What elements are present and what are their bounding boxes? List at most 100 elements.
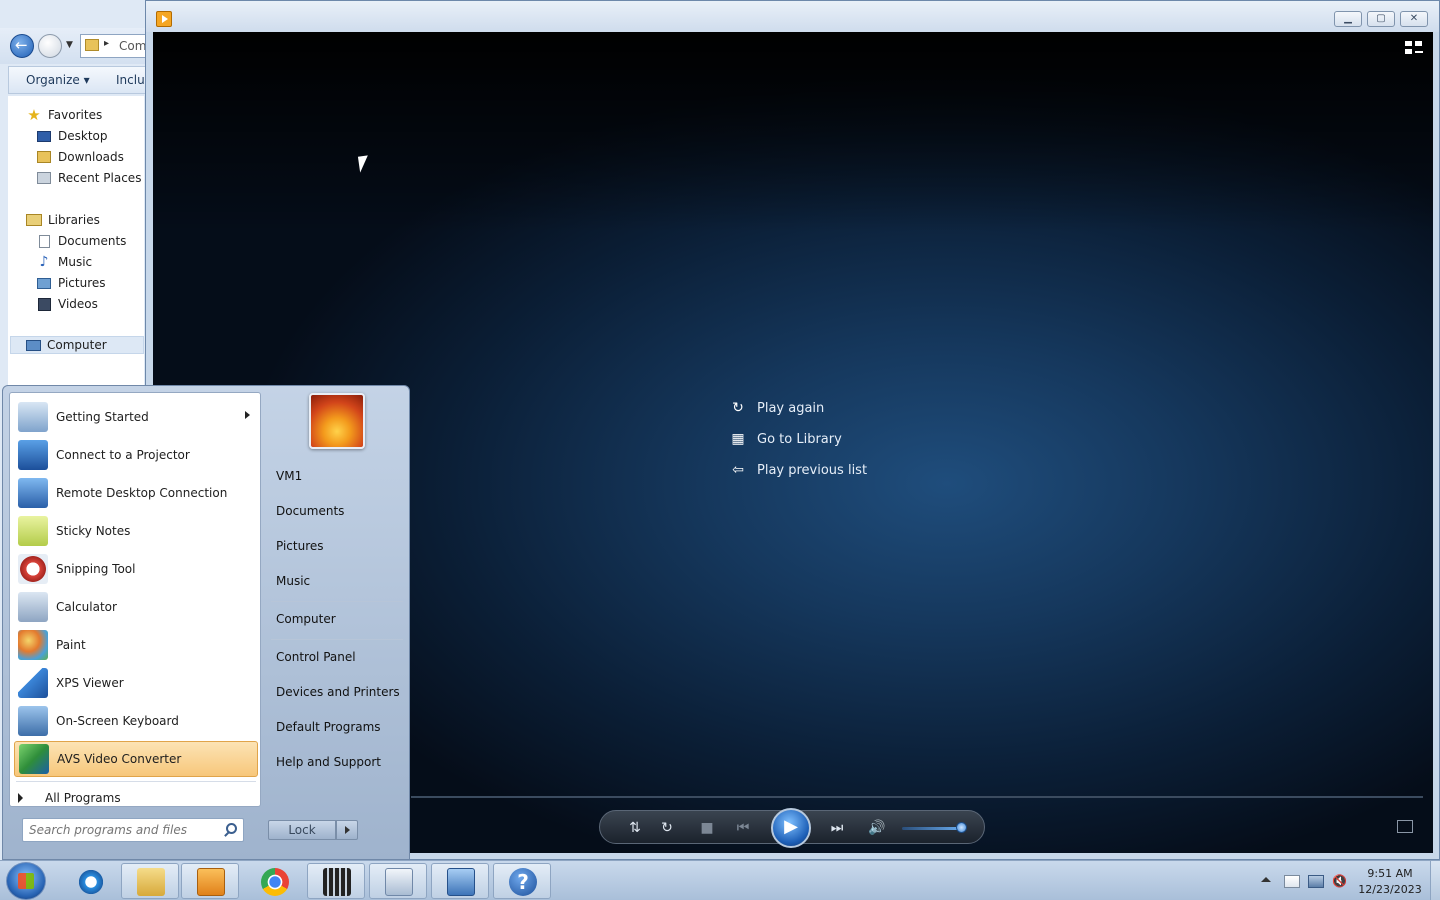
- tree-item-documents[interactable]: Documents: [36, 232, 126, 250]
- clock-time[interactable]: 9:51 AM: [1360, 867, 1420, 880]
- program-label: Snipping Tool: [56, 562, 136, 576]
- program-xps-viewer[interactable]: XPS Viewer: [14, 665, 258, 701]
- previous-button[interactable]: ⏮: [728, 819, 758, 837]
- program-label: Paint: [56, 638, 86, 652]
- tree-item-recent-places[interactable]: Recent Places: [36, 169, 141, 187]
- action-center-icon[interactable]: [1284, 875, 1300, 888]
- volume-slider[interactable]: [902, 827, 964, 830]
- tree-item-computer[interactable]: Computer: [10, 336, 144, 354]
- sticky-notes-icon: [18, 516, 48, 546]
- documents-link[interactable]: Documents: [276, 500, 404, 522]
- title-bar[interactable]: ▁ ▢ ✕: [146, 1, 1439, 32]
- search-input[interactable]: [29, 822, 219, 838]
- mouse-cursor-icon: [357, 155, 371, 173]
- show-desktop-button[interactable]: [1430, 861, 1440, 900]
- pictures-link[interactable]: Pictures: [276, 535, 404, 557]
- remote-desktop-icon: [447, 868, 475, 896]
- tree-item-downloads[interactable]: Downloads: [36, 148, 124, 166]
- program-paint[interactable]: Paint: [14, 627, 258, 663]
- help-and-support-link[interactable]: Help and Support: [276, 751, 404, 773]
- user-name-link[interactable]: VM1: [276, 465, 404, 487]
- lock-button[interactable]: Lock: [268, 820, 336, 840]
- maximize-button[interactable]: ▢: [1367, 11, 1395, 27]
- taskbar-remote-desktop[interactable]: [431, 863, 489, 899]
- music-link[interactable]: Music: [276, 570, 404, 592]
- videos-icon: [37, 297, 51, 311]
- all-programs-button[interactable]: All Programs: [18, 788, 121, 808]
- next-button[interactable]: ⏭: [822, 819, 852, 837]
- switch-to-library-icon[interactable]: [1405, 41, 1423, 55]
- shutdown-options-button[interactable]: [336, 820, 358, 840]
- close-button[interactable]: ✕: [1400, 11, 1428, 27]
- computer-icon: [25, 339, 41, 351]
- include-in-library-button[interactable]: Inclu: [116, 73, 145, 87]
- default-programs-link[interactable]: Default Programs: [276, 716, 404, 738]
- program-sticky-notes[interactable]: Sticky Notes: [14, 513, 258, 549]
- libraries-icon: [26, 214, 42, 226]
- volume-muted-icon[interactable]: 🔇: [1332, 875, 1348, 888]
- program-avs-video-converter[interactable]: AVS Video Converter: [14, 741, 258, 777]
- stop-button[interactable]: ■: [696, 819, 718, 837]
- star-icon: ★: [27, 106, 41, 124]
- program-label: Remote Desktop Connection: [56, 486, 228, 500]
- tree-item-videos[interactable]: Videos: [36, 295, 98, 313]
- tree-item-desktop[interactable]: Desktop: [36, 127, 108, 145]
- start-button[interactable]: [6, 862, 46, 900]
- network-icon[interactable]: [1308, 875, 1324, 888]
- recent-places-icon: [37, 172, 51, 184]
- seek-bar[interactable]: [411, 796, 1423, 798]
- program-connect-to-projector[interactable]: Connect to a Projector: [14, 437, 258, 473]
- program-calculator[interactable]: Calculator: [14, 589, 258, 625]
- program-remote-desktop-connection[interactable]: Remote Desktop Connection: [14, 475, 258, 511]
- play-previous-list-link[interactable]: ⇦ Play previous list: [729, 460, 867, 480]
- fullscreen-icon[interactable]: [1397, 820, 1413, 833]
- music-icon: ♪: [39, 254, 49, 270]
- repeat-button[interactable]: ↻: [656, 819, 678, 837]
- control-panel-link[interactable]: Control Panel: [276, 646, 404, 668]
- taskbar-help[interactable]: ?: [493, 863, 551, 899]
- address-bar[interactable]: ▸ Com: [80, 34, 148, 58]
- taskbar-windows-explorer[interactable]: [121, 863, 179, 899]
- link-label: Go to Library: [757, 431, 842, 447]
- program-on-screen-keyboard[interactable]: On-Screen Keyboard: [14, 703, 258, 739]
- forward-button[interactable]: [38, 34, 62, 58]
- minimize-button[interactable]: ▁: [1334, 11, 1362, 27]
- replay-icon: ↻: [732, 400, 744, 416]
- devices-and-printers-link[interactable]: Devices and Printers: [276, 681, 404, 703]
- program-snipping-tool[interactable]: Snipping Tool: [14, 551, 258, 587]
- program-getting-started[interactable]: Getting Started: [14, 399, 258, 435]
- internet-explorer-icon: [77, 868, 105, 896]
- show-hidden-icons-icon[interactable]: [1261, 877, 1271, 882]
- search-icon[interactable]: [226, 823, 237, 834]
- tree-item-label: Desktop: [58, 129, 108, 143]
- tree-item-favorites[interactable]: ★ Favorites: [26, 106, 102, 124]
- help-icon: ?: [509, 868, 537, 896]
- taskbar-movie-maker[interactable]: [307, 863, 365, 899]
- taskbar-media-player[interactable]: [181, 863, 239, 899]
- clock-date[interactable]: 12/23/2023: [1355, 883, 1425, 896]
- tree-item-music[interactable]: ♪ Music: [36, 253, 93, 271]
- user-picture[interactable]: [309, 393, 365, 449]
- start-search-box[interactable]: [22, 818, 244, 842]
- mute-button[interactable]: 🔊: [866, 819, 888, 837]
- tree-item-pictures[interactable]: Pictures: [36, 274, 106, 292]
- organize-button[interactable]: Organize ▾: [26, 73, 90, 87]
- programs-pane: Getting Started Connect to a Projector R…: [9, 392, 261, 807]
- play-again-link[interactable]: ↻ Play again: [729, 398, 824, 418]
- taskbar-chrome[interactable]: [245, 863, 303, 899]
- volume-slider-handle[interactable]: [956, 822, 967, 833]
- back-button[interactable]: ←: [10, 34, 34, 58]
- chevron-right-icon[interactable]: ▸: [104, 38, 109, 49]
- recent-pages-dropdown[interactable]: ▼: [66, 40, 73, 50]
- shuffle-button[interactable]: ⇅: [624, 819, 646, 837]
- tree-item-libraries[interactable]: Libraries: [26, 211, 100, 229]
- desktop-icon: [37, 130, 51, 142]
- taskbar-internet-explorer[interactable]: [61, 863, 119, 899]
- arrow-right-icon: [18, 793, 23, 803]
- taskbar-file-viewer[interactable]: [369, 863, 427, 899]
- computer-link[interactable]: Computer: [276, 608, 404, 630]
- xps-viewer-icon: [18, 668, 48, 698]
- paint-icon: [18, 630, 48, 660]
- play-button[interactable]: ▶: [771, 808, 811, 848]
- go-to-library-link[interactable]: ▦ Go to Library: [729, 429, 842, 449]
